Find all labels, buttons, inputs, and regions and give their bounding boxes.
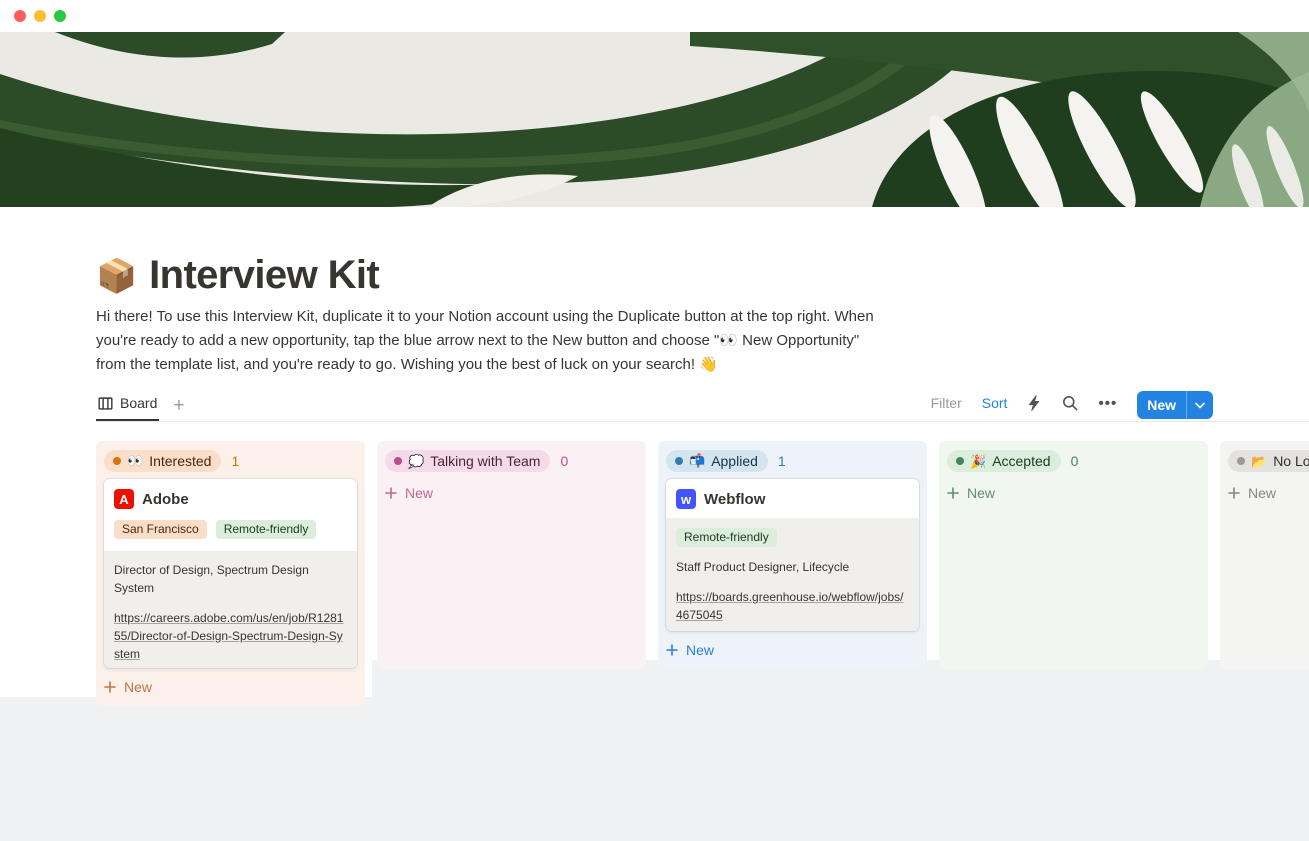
board-column: 👀 Interested 1 A Adobe San Francisco Remote-fr… [96, 441, 365, 706]
column-new-label: New [405, 485, 433, 501]
column-header: 📂 No Lon [1220, 441, 1309, 474]
column-count: 1 [231, 453, 239, 469]
column-new-button[interactable]: New [377, 474, 646, 512]
column-label: Talking with Team [430, 453, 540, 469]
column-header: 📬 Applied 1 [658, 441, 927, 473]
status-dot-icon [113, 457, 121, 465]
chevron-down-icon [1195, 402, 1205, 409]
status-emoji-icon: 💭 [408, 455, 424, 468]
tag-chip: Remote-friendly [216, 520, 317, 539]
board-column: 📬 Applied 1 w Webflow Remote-friendly Staff Pr… [658, 441, 927, 669]
column-header: 🎉 Accepted 0 [939, 441, 1208, 474]
kanban-board: 👀 Interested 1 A Adobe San Francisco Remote-fr… [0, 422, 1309, 706]
new-button[interactable]: New [1137, 391, 1186, 419]
kanban-card[interactable]: A Adobe San Francisco Remote-friendly Direct… [104, 479, 357, 668]
column-new-button[interactable]: New [96, 668, 365, 706]
plus-icon [1228, 487, 1240, 499]
column-label: No Lon [1273, 453, 1309, 469]
column-count: 1 [778, 453, 786, 469]
column-new-label: New [124, 679, 152, 695]
tag-chip: Remote-friendly [676, 528, 777, 547]
card-header: A Adobe [104, 479, 357, 518]
board-view-icon [98, 396, 113, 411]
column-label: Accepted [992, 453, 1050, 469]
search-icon[interactable] [1062, 395, 1078, 411]
zoom-button[interactable] [54, 10, 66, 22]
page-body: 📦 Interview Kit Hi there! To use this In… [0, 207, 1309, 660]
status-dot-icon [394, 457, 402, 465]
column-status-pill[interactable]: 💭 Talking with Team [385, 450, 550, 472]
card-header: w Webflow [666, 479, 919, 518]
page-description: Hi there! To use this Interview Kit, dup… [96, 305, 874, 377]
column-status-pill[interactable]: 👀 Interested [104, 450, 221, 472]
page-title[interactable]: Interview Kit [149, 254, 379, 296]
adobe-logo-icon: A [114, 489, 134, 509]
tab-board[interactable]: Board [96, 395, 159, 421]
column-header: 👀 Interested 1 [96, 441, 365, 473]
plus-icon [385, 487, 397, 499]
plus-icon [104, 681, 116, 693]
column-new-label: New [1248, 485, 1276, 501]
filter-button[interactable]: Filter [931, 395, 962, 411]
column-count: 0 [1071, 453, 1079, 469]
card-preview: Director of Design, Spectrum Design Syst… [104, 551, 357, 668]
new-button-dropdown[interactable] [1187, 391, 1213, 419]
status-emoji-icon: 👀 [127, 454, 143, 467]
board-column: 🎉 Accepted 0 New [939, 441, 1208, 669]
kanban-card[interactable]: w Webflow Remote-friendly Staff Product Des… [666, 479, 919, 631]
new-button-group: New [1137, 391, 1213, 419]
status-emoji-icon: 📂 [1251, 455, 1267, 468]
more-options-icon[interactable]: ••• [1098, 395, 1117, 412]
column-count: 0 [560, 453, 568, 469]
card-preview: Remote-friendly Staff Product Designer, L… [666, 518, 919, 631]
webflow-logo-icon: w [676, 489, 696, 509]
card-job-title: Director of Design, Spectrum Design Syst… [114, 561, 347, 597]
column-status-pill[interactable]: 🎉 Accepted [947, 450, 1061, 472]
card-job-link[interactable]: https://boards.greenhouse.io/webflow/job… [676, 588, 909, 624]
column-label: Interested [149, 453, 211, 469]
card-title: Adobe [142, 491, 189, 508]
add-view-button[interactable]: + [173, 399, 184, 421]
card-job-title: Staff Product Designer, Lifecycle [676, 558, 909, 576]
column-status-pill[interactable]: 📂 No Lon [1228, 450, 1309, 472]
page-icon[interactable]: 📦 [96, 259, 137, 292]
sort-button[interactable]: Sort [982, 395, 1008, 411]
column-new-button[interactable]: New [939, 474, 1208, 512]
column-new-button[interactable]: New [1220, 474, 1309, 512]
plus-icon [947, 487, 959, 499]
minimize-button[interactable] [34, 10, 46, 22]
status-dot-icon [1237, 457, 1245, 465]
column-new-label: New [967, 485, 995, 501]
column-status-pill[interactable]: 📬 Applied [666, 450, 768, 472]
close-button[interactable] [14, 10, 26, 22]
view-bar: Board + Filter Sort ••• New [96, 392, 1213, 421]
lightning-icon[interactable] [1027, 395, 1042, 411]
cover-image [0, 32, 1309, 207]
status-dot-icon [675, 457, 683, 465]
column-new-label: New [686, 642, 714, 658]
status-emoji-icon: 📬 [689, 454, 705, 467]
page-title-row: 📦 Interview Kit [96, 253, 1213, 297]
card-job-link[interactable]: https://careers.adobe.com/us/en/job/R128… [114, 609, 347, 663]
board-column: 💭 Talking with Team 0 New [377, 441, 646, 669]
column-new-button[interactable]: New [658, 631, 927, 669]
tag-chip: San Francisco [114, 520, 207, 539]
column-header: 💭 Talking with Team 0 [377, 441, 646, 474]
status-dot-icon [956, 457, 964, 465]
status-emoji-icon: 🎉 [970, 455, 986, 468]
card-tags: Remote-friendly [676, 528, 909, 547]
plus-icon [666, 644, 678, 656]
window-titlebar [0, 0, 1309, 32]
board-column: 📂 No Lon New [1220, 441, 1309, 669]
card-title: Webflow [704, 491, 765, 508]
card-tags: San Francisco Remote-friendly [104, 518, 357, 551]
tab-board-label: Board [120, 395, 157, 411]
column-label: Applied [711, 453, 758, 469]
